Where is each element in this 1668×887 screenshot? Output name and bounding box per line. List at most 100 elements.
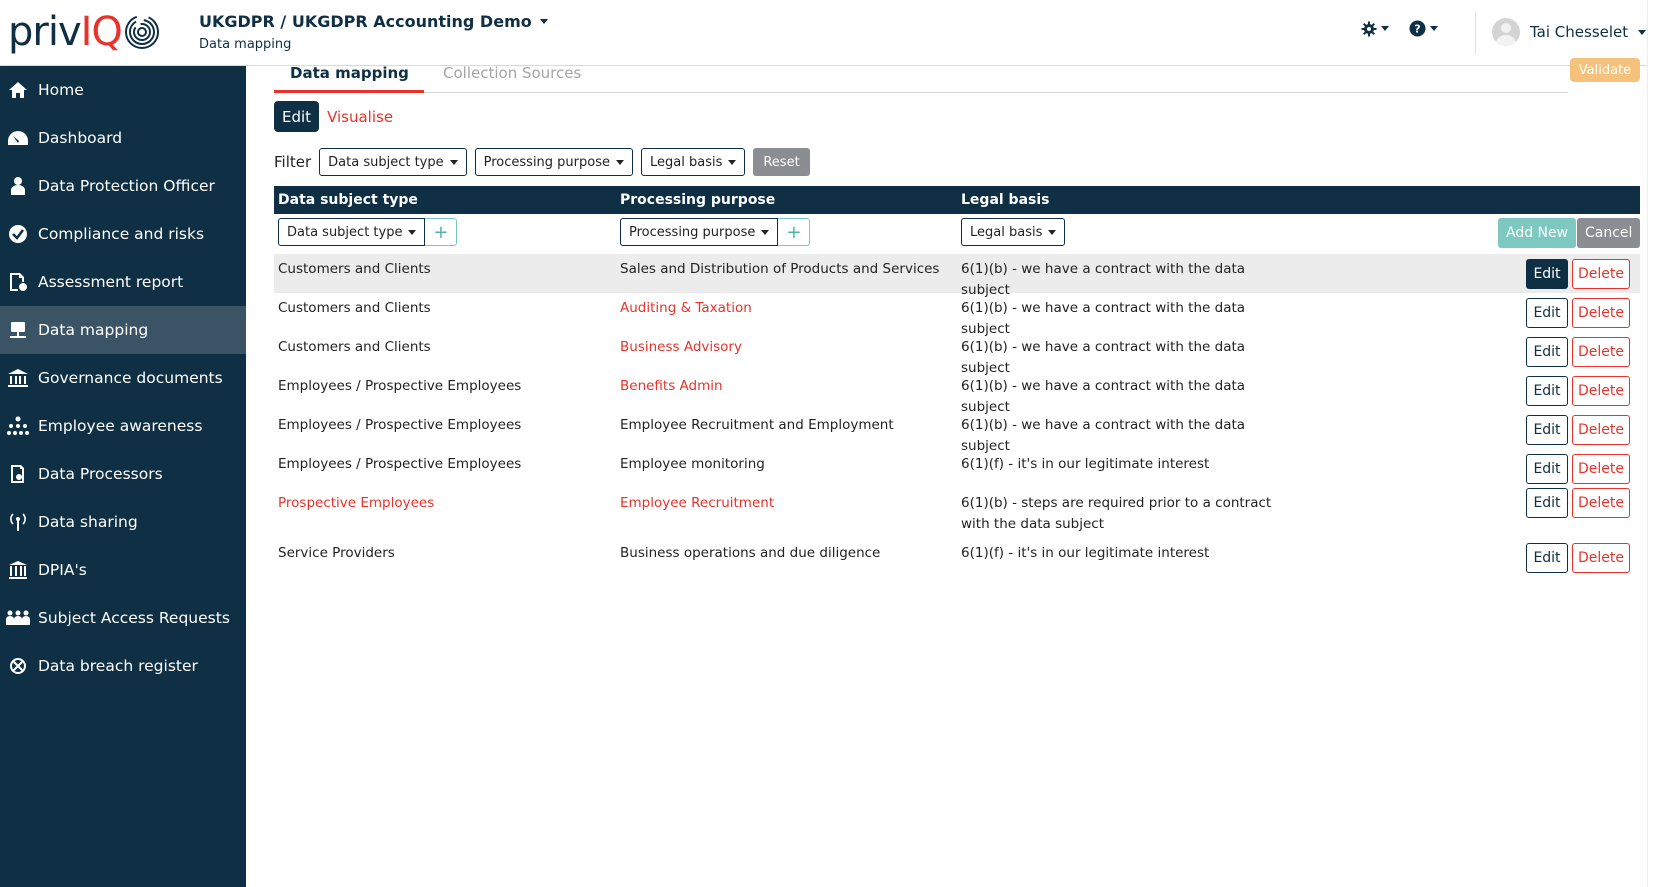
sidebar-item-data-mapping[interactable]: Data mapping xyxy=(0,306,246,354)
validate-button[interactable]: Validate xyxy=(1570,58,1640,82)
dropdown-label: Data subject type xyxy=(328,154,444,170)
org-chart-icon xyxy=(6,414,30,438)
table-row: Prospective Employees Employee Recruitme… xyxy=(274,488,1640,538)
report-icon xyxy=(6,270,30,294)
processor-icon xyxy=(6,462,30,486)
row-edit-button[interactable]: Edit xyxy=(1526,415,1568,445)
top-bar: priv IQ UKGDPR / UKGDPR Accounting Demo D… xyxy=(0,0,1668,66)
data-mapping-icon xyxy=(6,318,30,342)
chevron-down-icon xyxy=(1048,229,1057,235)
person-icon xyxy=(6,174,30,198)
sidebar-item-label: Data Processors xyxy=(38,465,163,483)
check-circle-icon xyxy=(6,222,30,246)
sidebar-item-home[interactable]: Home xyxy=(0,66,246,114)
avatar xyxy=(1492,18,1520,46)
cell-purpose-link[interactable]: Auditing & Taxation xyxy=(620,298,752,319)
sidebar-item-governance-documents[interactable]: Governance documents xyxy=(0,354,246,402)
cell-subject: Employees / Prospective Employees xyxy=(278,378,522,394)
new-subject-type-dropdown[interactable]: Data subject type xyxy=(278,218,426,246)
sidebar-item-assessment-report[interactable]: Assessment report xyxy=(0,258,246,306)
row-delete-button[interactable]: Delete xyxy=(1572,543,1630,573)
filter-purpose-dropdown[interactable]: Processing purpose xyxy=(474,148,633,176)
row-delete-button[interactable]: Delete xyxy=(1572,298,1630,328)
sidebar-item-data-breach-register[interactable]: Data breach register xyxy=(0,642,246,690)
new-purpose-dropdown[interactable]: Processing purpose xyxy=(620,218,779,246)
table-header: Data subject type Processing purpose Leg… xyxy=(274,186,1640,214)
dpia-icon xyxy=(6,558,30,582)
sidebar: Home Dashboard Data Protection Officer C… xyxy=(0,66,246,887)
sidebar-item-data-processors[interactable]: Data Processors xyxy=(0,450,246,498)
add-new-button[interactable]: Add New xyxy=(1498,218,1577,248)
sidebar-item-employee-awareness[interactable]: Employee awareness xyxy=(0,402,246,450)
table-row: Customers and Clients Auditing & Taxatio… xyxy=(274,293,1640,337)
new-subject-group: Data subject type + xyxy=(278,218,458,246)
sidebar-item-label: Compliance and risks xyxy=(38,225,205,243)
row-delete-button[interactable]: Delete xyxy=(1572,488,1630,518)
filter-subject-type-dropdown[interactable]: Data subject type xyxy=(319,148,467,176)
plus-icon: + xyxy=(433,221,449,243)
sidebar-item-dashboard[interactable]: Dashboard xyxy=(0,114,246,162)
row-edit-button[interactable]: Edit xyxy=(1526,488,1568,518)
sidebar-item-label: Data sharing xyxy=(38,513,138,531)
cancel-button[interactable]: Cancel xyxy=(1577,218,1641,248)
sidebar-item-label: Data breach register xyxy=(38,657,198,675)
fingerprint-icon xyxy=(124,15,159,49)
cell-subject-link[interactable]: Prospective Employees xyxy=(278,493,434,514)
row-edit-button[interactable]: Edit xyxy=(1526,454,1568,484)
row-edit-button[interactable]: Edit xyxy=(1526,376,1568,406)
sidebar-item-label: Subject Access Requests xyxy=(38,609,230,627)
add-purpose-button[interactable]: + xyxy=(778,218,811,246)
row-delete-button[interactable]: Delete xyxy=(1572,259,1630,289)
project-title-row[interactable]: UKGDPR / UKGDPR Accounting Demo xyxy=(199,12,548,31)
sidebar-item-data-protection-officer[interactable]: Data Protection Officer xyxy=(0,162,246,210)
tab-collection-sources[interactable]: Collection Sources xyxy=(443,64,581,82)
add-subject-type-button[interactable]: + xyxy=(425,218,458,246)
tab-data-mapping[interactable]: Data mapping xyxy=(290,64,409,82)
gear-icon xyxy=(1361,21,1377,36)
help-menu[interactable]: ? xyxy=(1409,20,1438,37)
people-icon xyxy=(6,606,30,630)
row-delete-button[interactable]: Delete xyxy=(1572,337,1630,367)
new-legal-basis-dropdown[interactable]: Legal basis xyxy=(961,218,1066,246)
main-content: Data mapping Collection Sources Validate… xyxy=(246,58,1648,887)
table-row: Employees / Prospective Employees Employ… xyxy=(274,410,1640,454)
row-edit-button[interactable]: Edit xyxy=(1526,337,1568,367)
sidebar-item-subject-access-requests[interactable]: Subject Access Requests xyxy=(0,594,246,642)
mode-switch: Edit Visualise xyxy=(274,101,393,132)
data-mapping-table: Data subject type Processing purpose Leg… xyxy=(274,186,1641,577)
project-subtitle: Data mapping xyxy=(199,37,292,52)
filter-label: Filter xyxy=(274,153,312,171)
visualise-link[interactable]: Visualise xyxy=(327,108,393,126)
sidebar-item-label: Governance documents xyxy=(38,369,223,387)
row-edit-button[interactable]: Edit xyxy=(1526,259,1568,289)
row-edit-button[interactable]: Edit xyxy=(1526,543,1568,573)
user-menu[interactable]: Tai Chesselet xyxy=(1492,18,1647,46)
row-delete-button[interactable]: Delete xyxy=(1572,454,1630,484)
row-edit-button[interactable]: Edit xyxy=(1526,298,1568,328)
reset-button[interactable]: Reset xyxy=(753,148,810,176)
settings-menu[interactable] xyxy=(1361,21,1389,37)
project-title: UKGDPR / UKGDPR Accounting Demo xyxy=(199,12,532,31)
filter-legal-basis-dropdown[interactable]: Legal basis xyxy=(641,148,746,176)
scrollbar[interactable] xyxy=(1647,0,1668,887)
chevron-down-icon xyxy=(1430,26,1438,31)
sidebar-item-data-sharing[interactable]: Data sharing xyxy=(0,498,246,546)
row-delete-button[interactable]: Delete xyxy=(1572,415,1630,445)
priviq-logo[interactable]: priv IQ xyxy=(8,10,160,54)
sidebar-item-compliance-and-risks[interactable]: Compliance and risks xyxy=(0,210,246,258)
plus-icon: + xyxy=(786,221,802,243)
dropdown-label: Legal basis xyxy=(650,154,723,170)
row-delete-button[interactable]: Delete xyxy=(1572,376,1630,406)
project-selector[interactable]: UKGDPR / UKGDPR Accounting Demo Data map… xyxy=(199,12,548,52)
cell-purpose-link[interactable]: Employee Recruitment xyxy=(620,493,774,514)
home-icon xyxy=(6,78,30,102)
edit-mode-button[interactable]: Edit xyxy=(274,101,320,132)
table-row: Employees / Prospective Employees Employ… xyxy=(274,449,1640,488)
chevron-down-icon xyxy=(1381,26,1389,31)
sidebar-item-dpias[interactable]: DPIA's xyxy=(0,546,246,594)
cell-legal-basis: 6(1)(f) - it's in our legitimate interes… xyxy=(961,545,1210,561)
cell-purpose-link[interactable]: Benefits Admin xyxy=(620,376,723,397)
cell-purpose-link[interactable]: Business Advisory xyxy=(620,337,742,358)
dropdown-label: Processing purpose xyxy=(629,224,756,240)
column-header: Data subject type xyxy=(278,192,418,208)
